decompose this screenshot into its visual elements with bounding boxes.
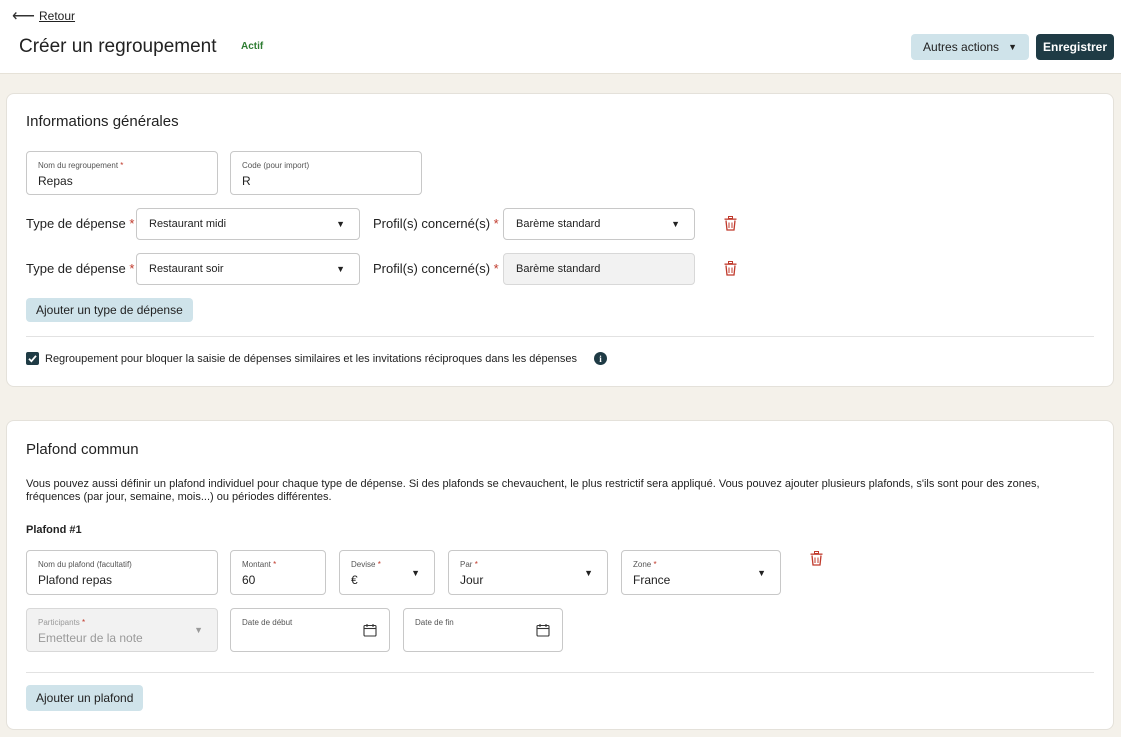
profile-select-2: Barème standard — [503, 253, 695, 285]
zone-select[interactable]: Zone * France ▼ — [621, 550, 781, 595]
caret-down-icon: ▼ — [1008, 42, 1017, 52]
add-ceiling-button[interactable]: Ajouter un plafond — [26, 685, 144, 711]
amount-label: Montant — [242, 560, 271, 569]
import-code-field[interactable]: Code (pour import) R — [230, 151, 422, 195]
ceiling-title: Plafond commun — [26, 441, 139, 458]
page-header: ⟵ Retour Créer un regroupement Actif Aut… — [0, 0, 1121, 74]
more-actions-button[interactable]: Autres actions ▼ — [911, 34, 1029, 60]
currency-label: Devise — [351, 560, 376, 569]
participants-value: Emetteur de la note — [38, 631, 143, 645]
caret-down-icon: ▼ — [336, 264, 345, 274]
expense-type-value-2: Restaurant soir — [149, 263, 224, 275]
group-name-value: Repas — [38, 174, 73, 188]
frequency-select[interactable]: Par * Jour ▼ — [448, 550, 608, 595]
ceiling-description: Vous pouvez aussi définir un plafond ind… — [26, 478, 1040, 503]
start-date-field[interactable]: Date de début — [230, 608, 390, 652]
profile-label-2: Profil(s) concerné(s) * — [373, 261, 499, 276]
block-similar-label: Regroupement pour bloquer la saisie de d… — [45, 353, 577, 365]
currency-select[interactable]: Devise * € ▼ — [339, 550, 435, 595]
expense-type-label-2: Type de dépense * — [26, 261, 135, 276]
more-actions-label: Autres actions — [923, 40, 1000, 54]
amount-value: 60 — [242, 573, 256, 587]
import-code-value: R — [242, 174, 251, 188]
zone-value: France — [633, 573, 671, 587]
profile-value-1: Barème standard — [516, 218, 601, 230]
caret-down-icon: ▼ — [411, 567, 420, 578]
ceiling-name-field[interactable]: Nom du plafond (facultatif) Plafond repa… — [26, 550, 218, 595]
start-date-label: Date de début — [242, 618, 293, 627]
calendar-icon[interactable] — [536, 623, 550, 637]
caret-down-icon: ▼ — [194, 625, 203, 635]
status-badge: Actif — [241, 41, 264, 52]
back-link-label[interactable]: Retour — [39, 9, 75, 23]
save-button[interactable]: Enregistrer — [1036, 34, 1114, 60]
ceiling-name-label: Nom du plafond (facultatif) — [38, 560, 132, 569]
profile-label-1: Profil(s) concerné(s) * — [373, 216, 499, 231]
participants-label: Participants — [38, 618, 80, 627]
amount-field[interactable]: Montant * 60 — [230, 550, 326, 595]
page-title: Créer un regroupement — [19, 36, 217, 57]
expense-type-select-2[interactable]: Restaurant soir ▼ — [136, 253, 360, 285]
ceiling-name-value: Plafond repas — [38, 573, 113, 587]
calendar-icon[interactable] — [363, 623, 377, 637]
end-date-field[interactable]: Date de fin — [403, 608, 563, 652]
general-info-title: Informations générales — [26, 113, 179, 130]
group-name-label: Nom du regroupement — [38, 161, 119, 170]
currency-value: € — [351, 573, 358, 587]
import-code-label: Code (pour import) — [242, 161, 310, 170]
divider — [26, 672, 1094, 673]
trash-icon[interactable] — [810, 551, 823, 566]
group-name-field[interactable]: Nom du regroupement * Repas — [26, 151, 218, 195]
frequency-value: Jour — [460, 573, 484, 587]
arrow-left-icon: ⟵ — [12, 8, 35, 25]
common-ceiling-card: Plafond commun Vous pouvez aussi définir… — [6, 420, 1114, 730]
back-link[interactable]: ⟵ Retour — [12, 6, 75, 26]
zone-label: Zone — [633, 560, 652, 569]
caret-down-icon: ▼ — [671, 219, 680, 229]
trash-icon[interactable] — [724, 216, 737, 231]
general-info-card: Informations générales Nom du regroupeme… — [6, 93, 1114, 387]
frequency-label: Par — [460, 560, 473, 569]
caret-down-icon: ▼ — [757, 567, 766, 578]
profile-value-2: Barème standard — [516, 263, 601, 275]
profile-select-1[interactable]: Barème standard ▼ — [503, 208, 695, 240]
expense-type-value-1: Restaurant midi — [149, 218, 227, 230]
caret-down-icon: ▼ — [584, 567, 593, 578]
participants-select: Participants * Emetteur de la note ▼ — [26, 608, 218, 652]
info-icon[interactable]: i — [594, 352, 607, 365]
block-similar-checkbox[interactable] — [26, 352, 39, 365]
caret-down-icon: ▼ — [336, 219, 345, 229]
expense-type-label-1: Type de dépense * — [26, 216, 135, 231]
divider — [26, 336, 1094, 337]
checkmark-icon — [28, 355, 37, 363]
expense-type-select-1[interactable]: Restaurant midi ▼ — [136, 208, 360, 240]
end-date-label: Date de fin — [415, 618, 454, 627]
ceiling-item-title: Plafond #1 — [26, 524, 82, 536]
add-expense-type-button[interactable]: Ajouter un type de dépense — [26, 298, 193, 322]
trash-icon[interactable] — [724, 261, 737, 276]
